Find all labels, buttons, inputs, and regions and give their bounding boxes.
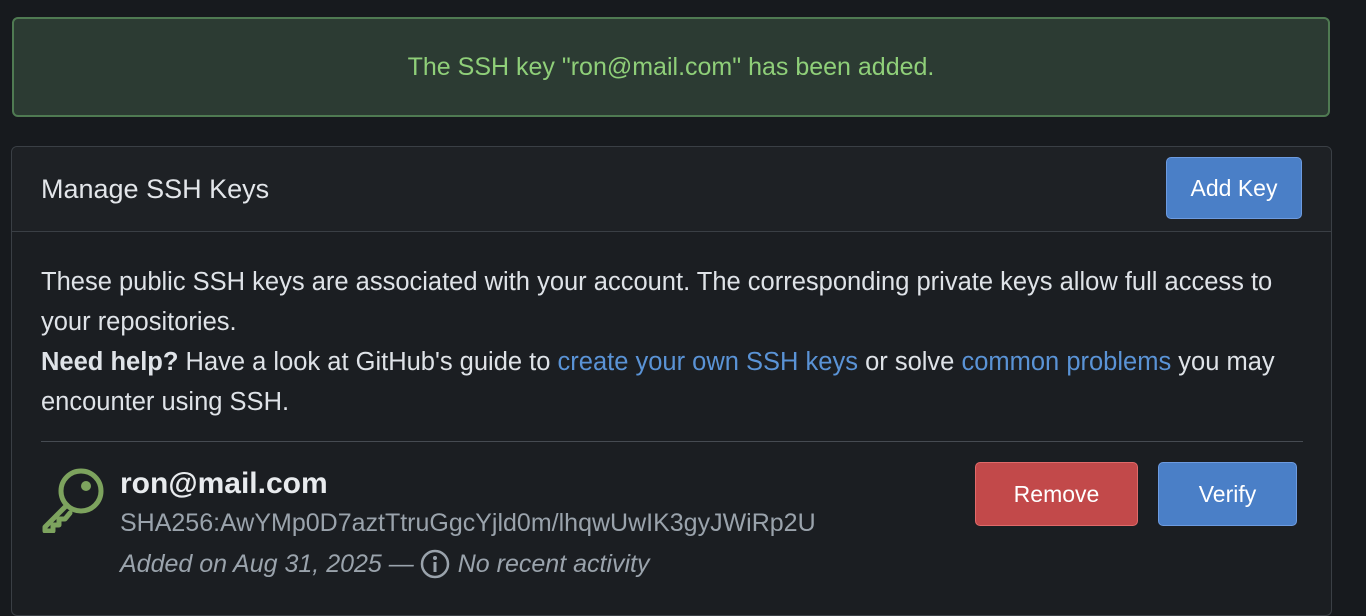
help-text: Have a look at GitHub's guide to [178,348,558,376]
description-text: These public SSH keys are associated wit… [41,268,1273,336]
key-added-date: Added on Aug 31, 2025 — [120,549,414,578]
key-meta: Added on Aug 31, 2025 — No recent activi… [120,549,650,579]
create-ssh-keys-link[interactable]: create your own SSH keys [558,348,858,376]
help-text: or solve [857,348,962,376]
description: These public SSH keys are associated wit… [41,262,1291,422]
common-problems-link[interactable]: common problems [961,348,1171,376]
help-label: Need help? [41,348,179,376]
flash-message: The SSH key "ron@mail.com" has been adde… [12,17,1330,117]
flash-message-text: The SSH key "ron@mail.com" has been adde… [407,52,935,81]
verify-key-button[interactable]: Verify [1158,462,1297,526]
key-fingerprint: SHA256:AwYMp0D7aztTtruGgcYjld0m/lhqwUwIK… [120,509,816,537]
add-key-button[interactable]: Add Key [1166,157,1302,219]
panel-title: Manage SSH Keys [41,174,270,204]
panel-header: Manage SSH Keys Add Key [12,147,1331,232]
remove-key-button[interactable]: Remove [975,462,1138,526]
key-icon [42,468,104,533]
key-activity: No recent activity [457,549,650,578]
key-name: ron@mail.com [120,467,328,500]
divider [41,441,1303,442]
info-icon[interactable] [420,549,450,579]
manage-ssh-keys-panel: Manage SSH Keys Add Key These public SSH… [11,146,1332,616]
